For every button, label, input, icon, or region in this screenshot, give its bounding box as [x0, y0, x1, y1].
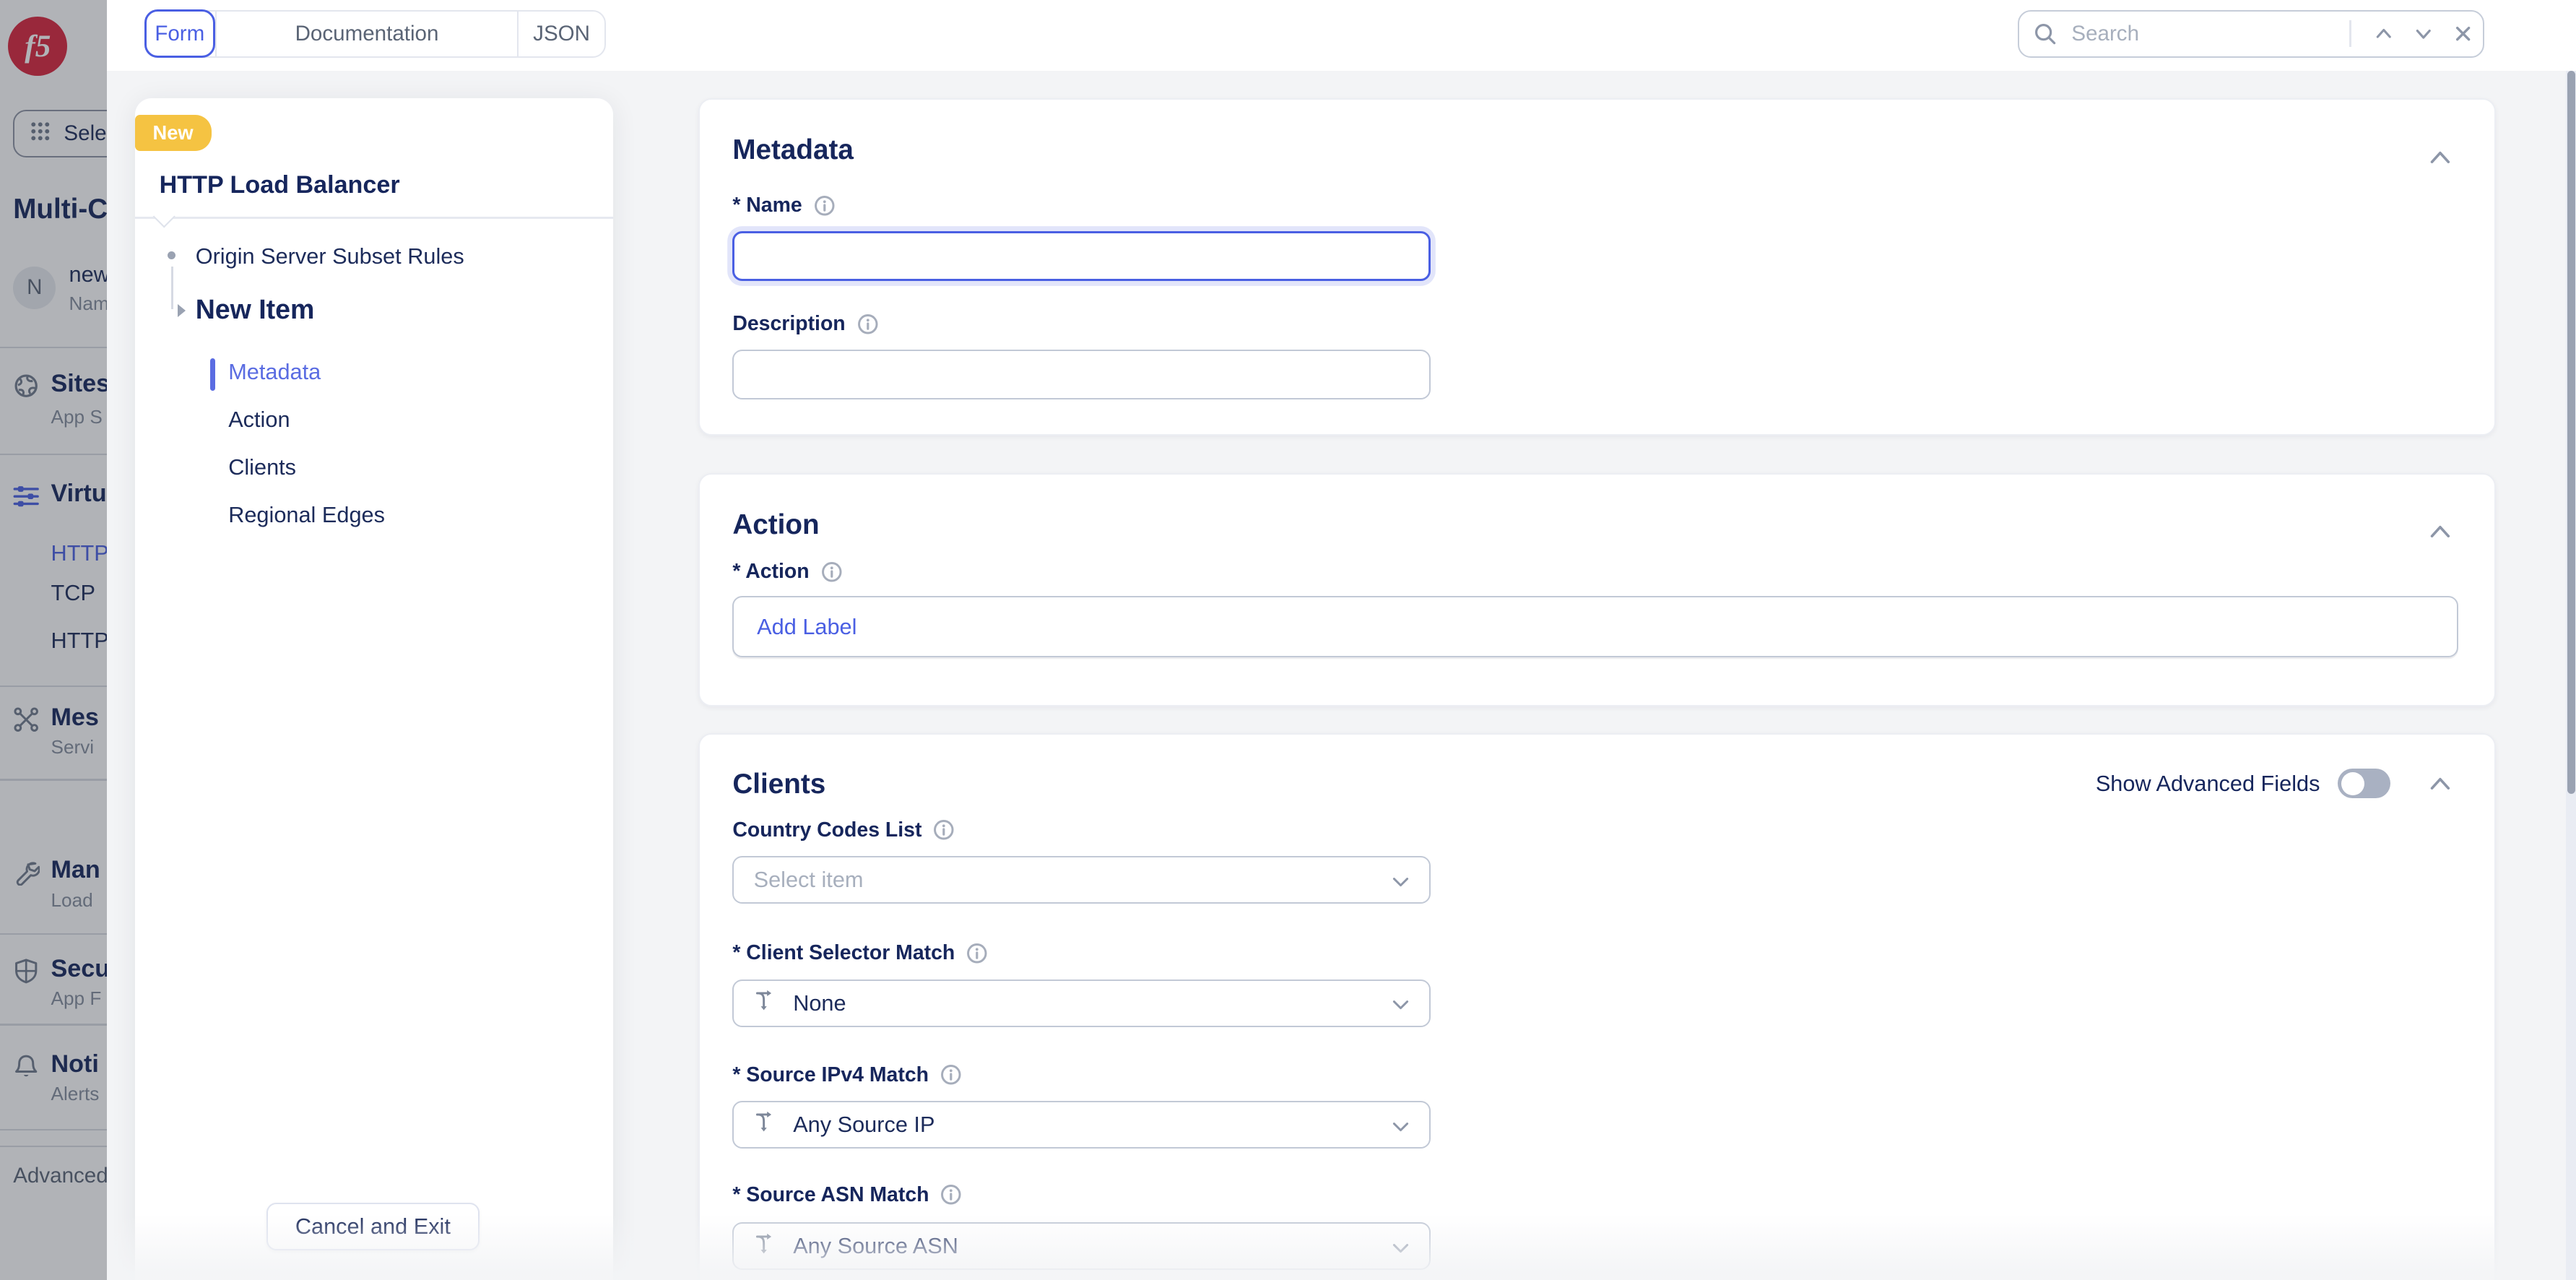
- tree-section-clients[interactable]: Clients: [228, 444, 385, 491]
- source-asn-label: * Source ASN Match: [732, 1183, 929, 1207]
- source-ipv4-value: Any Source IP: [793, 1112, 1376, 1138]
- info-icon[interactable]: [814, 195, 836, 217]
- source-asn-select[interactable]: Any Source ASN: [732, 1222, 1431, 1270]
- left-nav: f5 Sele Multi-C N new Nam Sites App S: [0, 0, 107, 1280]
- show-advanced-fields-toggle[interactable]: [2338, 769, 2390, 798]
- panel-collapse-notch[interactable]: [152, 205, 175, 228]
- country-codes-placeholder: Select item: [754, 867, 1377, 893]
- tree-connector: [171, 267, 173, 309]
- metadata-section-title: Metadata: [732, 134, 854, 166]
- scrollbar-track[interactable]: [2566, 71, 2576, 1280]
- metadata-collapse-chevron-icon[interactable]: [2429, 141, 2452, 157]
- clients-section-title: Clients: [732, 769, 825, 800]
- search-divider: [2349, 20, 2351, 46]
- top-bar: Form Documentation JSON: [107, 0, 2576, 71]
- country-codes-select[interactable]: Select item: [732, 856, 1431, 904]
- search-close-icon[interactable]: [2443, 16, 2483, 52]
- chevron-down-icon: [1392, 1231, 1410, 1261]
- show-advanced-fields-label: Show Advanced Fields: [2096, 771, 2320, 797]
- country-codes-label-row: Country Codes List: [732, 818, 955, 842]
- tree-section-metadata[interactable]: Metadata: [228, 348, 385, 396]
- source-asn-label-row: * Source ASN Match: [732, 1183, 962, 1207]
- client-selector-value: None: [793, 990, 1376, 1016]
- panel-title: HTTP Load Balancer: [160, 171, 400, 199]
- app-window: Form Documentation JSON f5: [0, 0, 2576, 1280]
- search-input[interactable]: [2068, 20, 2350, 48]
- action-labels-field[interactable]: Add Label: [732, 596, 2458, 657]
- search-icon: [2034, 22, 2057, 46]
- tree-section-action[interactable]: Action: [228, 396, 385, 444]
- tree-node-origin-server-subset-rules[interactable]: Origin Server Subset Rules: [196, 243, 464, 269]
- info-icon[interactable]: [821, 561, 843, 583]
- add-label-link[interactable]: Add Label: [757, 614, 857, 640]
- clients-collapse-chevron-icon[interactable]: [2429, 775, 2452, 792]
- action-section-title: Action: [732, 509, 819, 541]
- description-input[interactable]: [732, 350, 1431, 399]
- tree-node-new-item[interactable]: New Item: [196, 294, 315, 325]
- search-box[interactable]: [2018, 10, 2484, 58]
- wizard-panel: New HTTP Load Balancer Origin Server Sub…: [135, 98, 613, 1280]
- info-icon[interactable]: [933, 819, 955, 841]
- chevron-down-icon: [1392, 988, 1410, 1019]
- source-ipv4-label: * Source IPv4 Match: [732, 1063, 929, 1087]
- new-badge: New: [135, 115, 212, 151]
- panel-divider: [135, 217, 613, 218]
- name-label: * Name: [732, 194, 802, 217]
- tree-section-list: Metadata Action Clients Regional Edges: [228, 348, 385, 539]
- action-collapse-chevron-icon[interactable]: [2429, 516, 2452, 532]
- name-label-row: * Name: [732, 194, 835, 217]
- description-label-row: Description: [732, 312, 878, 336]
- branch-icon: [754, 1109, 779, 1140]
- tree-section-regional-edges[interactable]: Regional Edges: [228, 491, 385, 539]
- modal-dim-overlay: [0, 0, 107, 1280]
- action-label-row: * Action: [732, 560, 842, 584]
- metadata-section-card: Metadata * Name Description: [698, 98, 2496, 435]
- tab-form[interactable]: Form: [144, 9, 215, 58]
- info-icon[interactable]: [966, 943, 988, 964]
- tree-bullet: [168, 251, 175, 259]
- tree-active-indicator: [210, 358, 215, 391]
- source-asn-value: Any Source ASN: [793, 1233, 1376, 1259]
- description-label: Description: [732, 312, 845, 336]
- name-input[interactable]: [732, 231, 1431, 280]
- branch-icon: [754, 1231, 779, 1262]
- action-label: * Action: [732, 560, 809, 584]
- cancel-and-exit-button[interactable]: Cancel and Exit: [266, 1203, 480, 1250]
- action-section-card: Action * Action Add Label: [698, 473, 2496, 706]
- branch-icon: [754, 987, 779, 1019]
- country-codes-label: Country Codes List: [732, 818, 921, 842]
- info-icon[interactable]: [940, 1064, 962, 1086]
- client-selector-label: * Client Selector Match: [732, 941, 955, 965]
- client-selector-select[interactable]: None: [732, 980, 1431, 1027]
- source-ipv4-select[interactable]: Any Source IP: [732, 1101, 1431, 1149]
- client-selector-label-row: * Client Selector Match: [732, 941, 987, 965]
- tab-json[interactable]: JSON: [517, 12, 604, 56]
- info-icon[interactable]: [940, 1184, 962, 1206]
- search-prev-icon[interactable]: [2364, 16, 2404, 52]
- info-icon[interactable]: [857, 313, 879, 335]
- advanced-fields-row: Show Advanced Fields: [2096, 769, 2452, 798]
- source-ipv4-label-row: * Source IPv4 Match: [732, 1063, 961, 1087]
- tree-expand-arrow-icon[interactable]: [178, 304, 186, 317]
- tab-documentation[interactable]: Documentation: [215, 12, 518, 56]
- chevron-down-icon: [1392, 1110, 1410, 1140]
- chevron-down-icon: [1392, 865, 1410, 895]
- search-next-icon[interactable]: [2403, 16, 2443, 52]
- clients-section-card: Clients Show Advanced Fields Country Cod…: [698, 733, 2496, 1280]
- toggle-knob: [2341, 772, 2364, 795]
- scrollbar-thumb[interactable]: [2567, 71, 2575, 794]
- view-tabs: Form Documentation JSON: [144, 10, 606, 58]
